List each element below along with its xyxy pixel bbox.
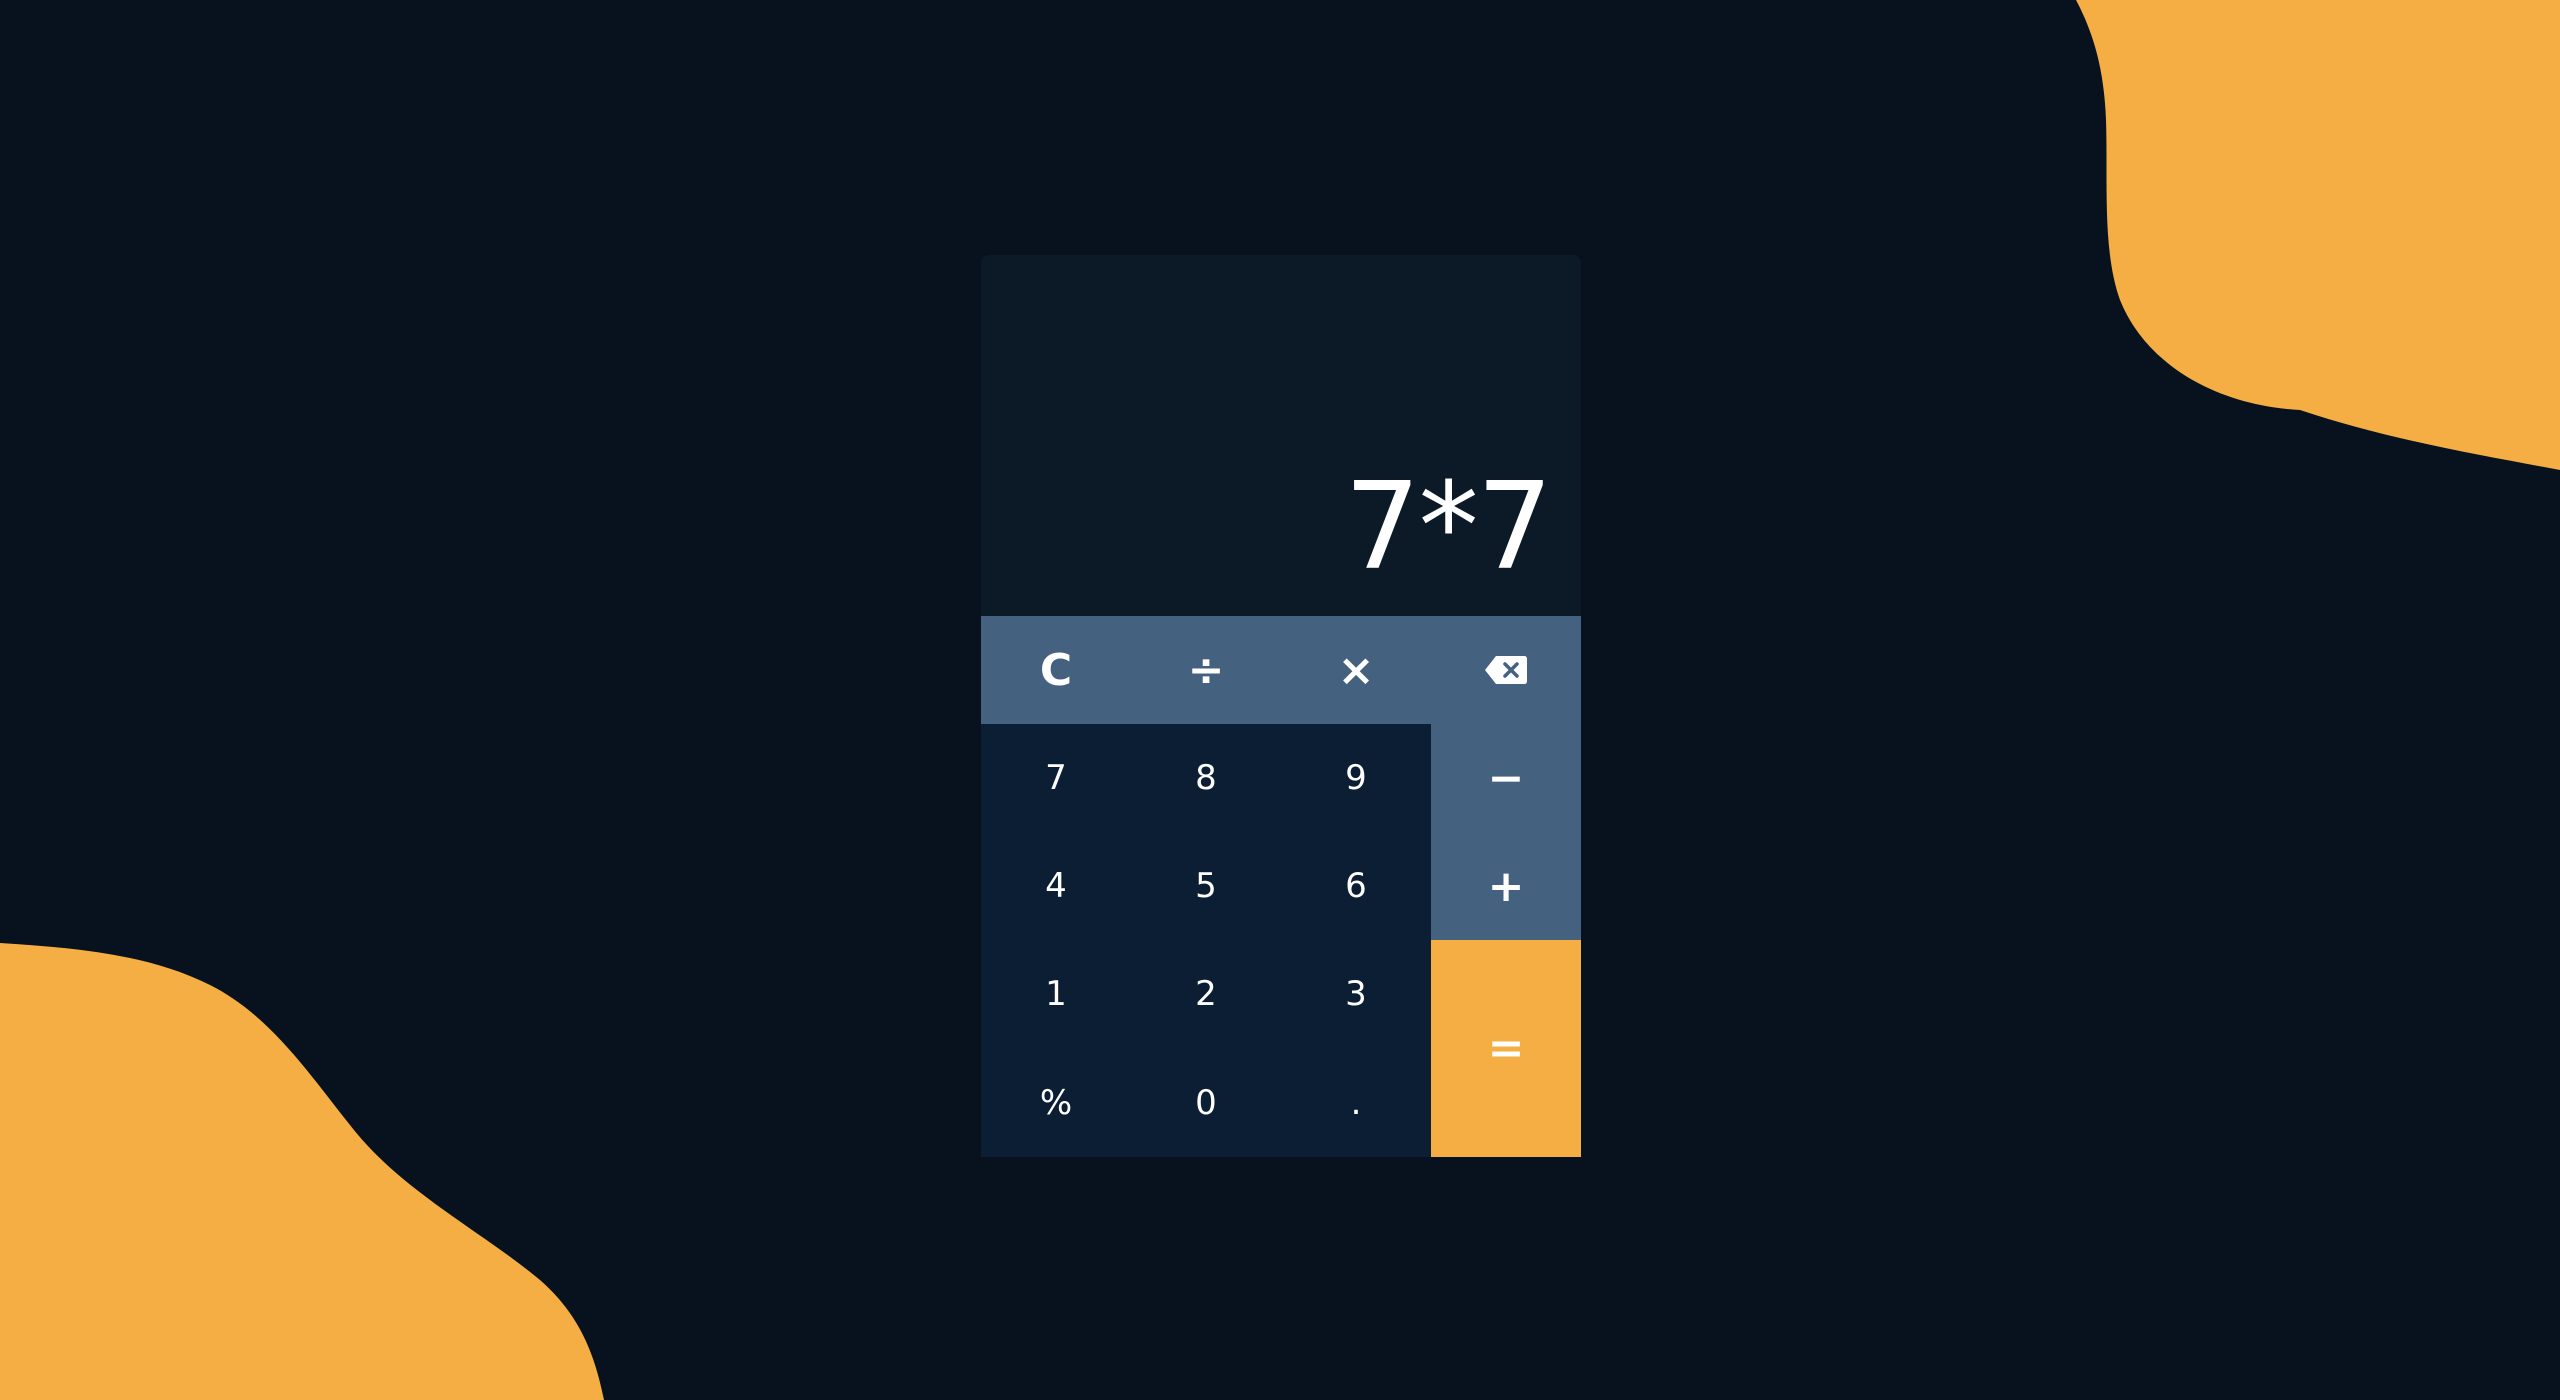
digit-1-label: 1 xyxy=(1045,974,1067,1014)
add-label: + xyxy=(1487,860,1525,912)
digit-9-button[interactable]: 9 xyxy=(1281,724,1431,832)
digit-6-label: 6 xyxy=(1345,866,1367,906)
digit-1-button[interactable]: 1 xyxy=(981,940,1131,1048)
digit-4-label: 4 xyxy=(1045,866,1067,906)
digit-0-label: 0 xyxy=(1195,1082,1217,1123)
multiply-button[interactable]: × xyxy=(1281,616,1431,724)
add-button[interactable]: + xyxy=(1431,832,1581,940)
percent-label: % xyxy=(1039,1082,1073,1123)
digit-8-button[interactable]: 8 xyxy=(1131,724,1281,832)
digit-8-label: 8 xyxy=(1195,758,1217,798)
digit-7-label: 7 xyxy=(1045,758,1067,798)
digit-7-button[interactable]: 7 xyxy=(981,724,1131,832)
clear-label: C xyxy=(1039,644,1073,696)
digit-4-button[interactable]: 4 xyxy=(981,832,1131,940)
clear-button[interactable]: C xyxy=(981,616,1131,724)
digit-5-label: 5 xyxy=(1195,866,1217,906)
decimal-label: . xyxy=(1350,1082,1362,1123)
display-value: 7*7 xyxy=(1344,458,1553,597)
decimal-button[interactable]: . xyxy=(1281,1048,1431,1157)
equals-button[interactable]: = xyxy=(1431,940,1581,1157)
calculator-display: 7*7 xyxy=(981,255,1581,616)
digit-2-button[interactable]: 2 xyxy=(1131,940,1281,1048)
backspace-button[interactable] xyxy=(1431,616,1581,724)
multiply-label: × xyxy=(1337,644,1375,696)
divide-button[interactable]: ÷ xyxy=(1131,616,1281,724)
subtract-label: − xyxy=(1487,752,1525,804)
digit-2-label: 2 xyxy=(1195,974,1217,1014)
digit-6-button[interactable]: 6 xyxy=(1281,832,1431,940)
page-background: 7*7 C ÷ × − + = 7 8 9 4 5 6 1 2 3 % 0 . xyxy=(0,0,2560,1400)
digit-0-button[interactable]: 0 xyxy=(1131,1048,1281,1157)
subtract-button[interactable]: − xyxy=(1431,724,1581,832)
digit-9-label: 9 xyxy=(1345,758,1367,798)
equals-label: = xyxy=(1487,1023,1525,1074)
digit-5-button[interactable]: 5 xyxy=(1131,832,1281,940)
digit-3-label: 3 xyxy=(1345,974,1367,1014)
percent-button[interactable]: % xyxy=(981,1048,1131,1157)
backspace-icon xyxy=(1485,656,1527,684)
digit-3-button[interactable]: 3 xyxy=(1281,940,1431,1048)
divide-label: ÷ xyxy=(1187,644,1225,696)
calculator: 7*7 C ÷ × − + = 7 8 9 4 5 6 1 2 3 % 0 . xyxy=(981,255,1581,1157)
